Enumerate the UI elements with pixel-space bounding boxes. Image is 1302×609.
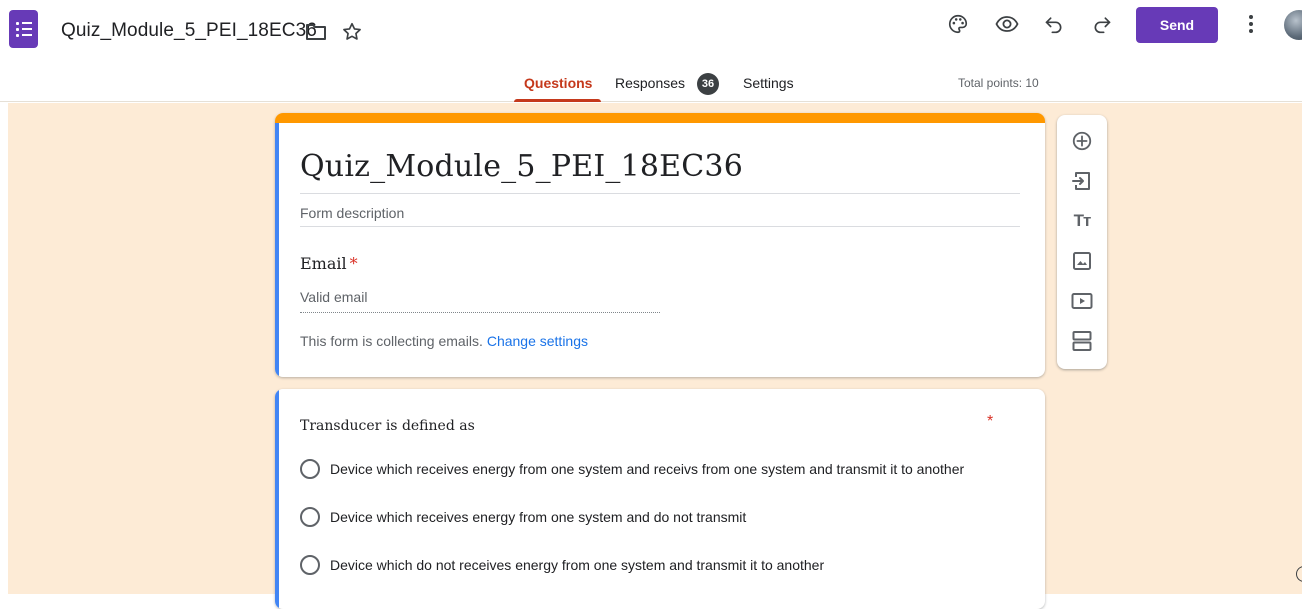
form-description-input[interactable]: Form description: [300, 205, 404, 221]
tab-responses[interactable]: Responses: [615, 75, 685, 91]
collect-emails-note: This form is collecting emails. Change se…: [300, 333, 588, 349]
focus-indicator: [275, 389, 279, 609]
responses-count-badge: 36: [697, 73, 719, 95]
focus-indicator: [275, 123, 279, 377]
form-title[interactable]: Quiz_Module_5_PEI_18EC36: [300, 149, 743, 184]
title-text-glyph: Tт: [1073, 211, 1092, 230]
tab-settings[interactable]: Settings: [743, 75, 794, 91]
redo-icon[interactable]: [1090, 12, 1114, 36]
question-toolbar: Tт: [1057, 115, 1107, 369]
email-field-underline: [300, 312, 660, 313]
change-settings-link[interactable]: Change settings: [487, 333, 588, 349]
document-title[interactable]: Quiz_Module_5_PEI_18EC36: [61, 20, 317, 42]
list-item[interactable]: Device which receives energy from one sy…: [300, 507, 746, 527]
required-mark: *: [987, 413, 994, 430]
tab-questions[interactable]: Questions: [524, 75, 592, 91]
list-item[interactable]: Device which receives energy from one sy…: [300, 459, 964, 479]
list-item[interactable]: Device which do not receives energy from…: [300, 555, 824, 575]
active-tab-indicator: [514, 99, 601, 102]
forms-logo-icon[interactable]: [9, 10, 38, 48]
radio-button[interactable]: [300, 555, 320, 575]
import-questions-icon[interactable]: [1069, 168, 1095, 194]
add-image-icon[interactable]: [1069, 248, 1095, 274]
radio-button[interactable]: [300, 507, 320, 527]
collect-emails-text: This form is collecting emails.: [300, 333, 483, 349]
radio-button[interactable]: [300, 459, 320, 479]
palette-icon[interactable]: [946, 12, 970, 36]
send-button[interactable]: Send: [1136, 7, 1218, 43]
more-vert-icon[interactable]: [1240, 12, 1262, 36]
option-label: Device which do not receives energy from…: [330, 557, 825, 573]
divider: [300, 226, 1020, 227]
email-label-text: Email: [300, 254, 347, 273]
folder-icon[interactable]: [304, 20, 328, 44]
undo-icon[interactable]: [1042, 12, 1066, 36]
add-video-icon[interactable]: [1069, 288, 1095, 314]
tab-bar: Questions Responses 36 Settings Total po…: [0, 62, 1302, 102]
email-question-label: Email *: [300, 254, 358, 273]
top-bar: Quiz_Module_5_PEI_18EC36 Send: [0, 0, 1302, 62]
form-header-card[interactable]: Quiz_Module_5_PEI_18EC36 Form descriptio…: [275, 113, 1045, 377]
question-card[interactable]: Transducer is defined as * Device which …: [275, 389, 1045, 609]
question-title[interactable]: Transducer is defined as: [300, 418, 475, 434]
divider: [300, 193, 1020, 194]
add-section-icon[interactable]: [1069, 328, 1095, 354]
star-icon[interactable]: [340, 20, 364, 44]
add-title-icon[interactable]: Tт: [1069, 208, 1095, 234]
required-mark: *: [349, 254, 358, 273]
theme-stripe: [275, 113, 1045, 123]
option-label: Device which receives energy from one sy…: [330, 461, 965, 477]
option-label: Device which receives energy from one sy…: [330, 509, 747, 525]
avatar[interactable]: [1284, 10, 1302, 40]
email-field[interactable]: Valid email: [300, 289, 367, 305]
total-points: Total points: 10: [958, 76, 1039, 90]
add-question-icon[interactable]: [1069, 128, 1095, 154]
preview-eye-icon[interactable]: [994, 12, 1020, 36]
